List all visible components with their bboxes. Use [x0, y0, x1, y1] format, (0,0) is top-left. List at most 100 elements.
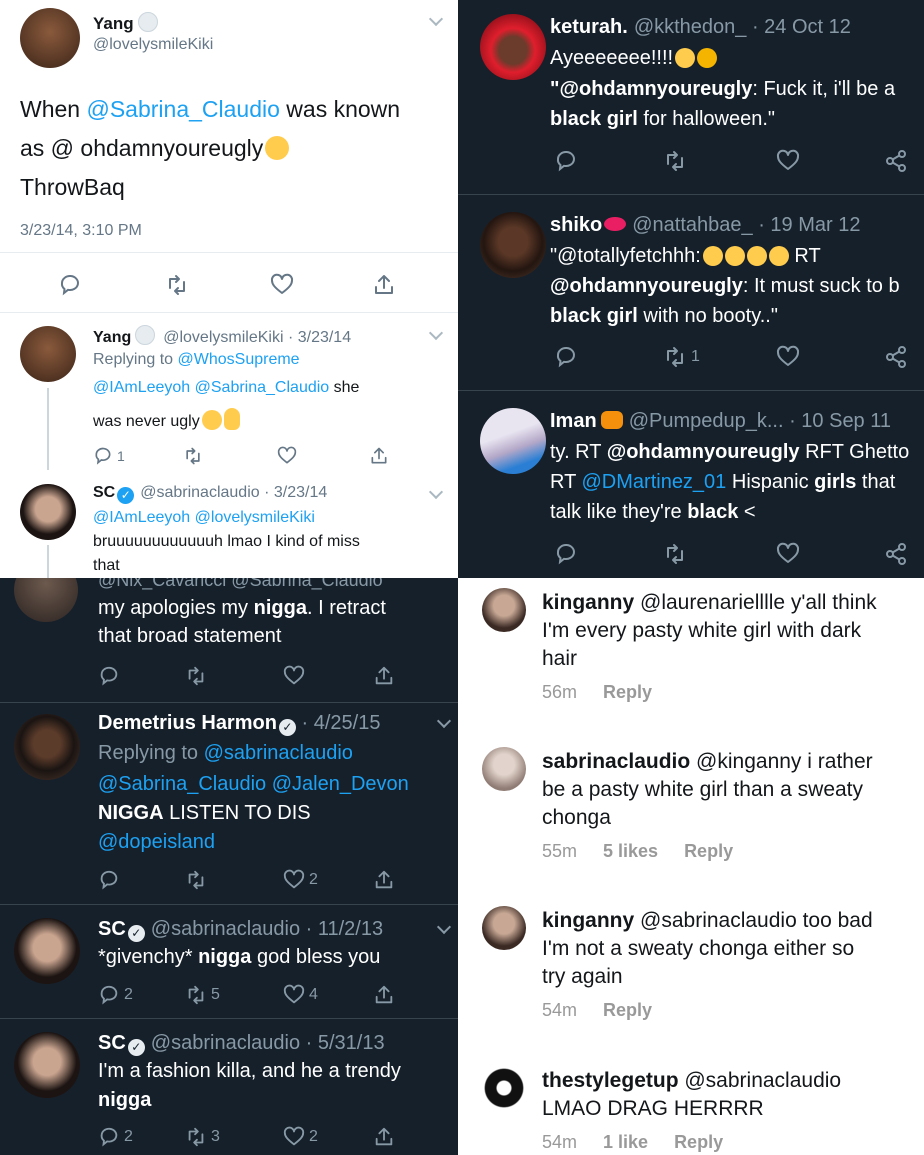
share-button[interactable]: [369, 446, 389, 466]
mention-link[interactable]: @Sabrina_Claudio: [86, 96, 279, 122]
like-button[interactable]: [283, 665, 305, 687]
avatar[interactable]: [480, 14, 546, 80]
share-button[interactable]: [373, 665, 395, 687]
like-button[interactable]: [776, 149, 800, 173]
reply-button[interactable]: [98, 869, 120, 891]
reply-link[interactable]: Reply: [603, 682, 652, 702]
avatar[interactable]: [480, 408, 546, 474]
chevron-down-icon[interactable]: [436, 713, 452, 729]
avatar[interactable]: [482, 588, 526, 632]
share-icon: [886, 346, 906, 368]
retweet-icon: [188, 870, 204, 890]
like-button[interactable]: [277, 446, 297, 466]
share-button[interactable]: [372, 273, 396, 297]
tweet-text-line: NIGGA LISTEN TO DIS: [98, 802, 311, 824]
share-button[interactable]: [373, 984, 395, 1006]
tweet-text-line: black girl for halloween.": [550, 108, 775, 130]
author-name[interactable]: Yang: [93, 12, 158, 34]
comment-text-line: hair: [542, 647, 578, 670]
reply-icon: [100, 1127, 118, 1146]
tired-face-emoji-icon: [697, 48, 718, 68]
reply-text-line: @IAmLeeyoh @lovelysmileKiki: [93, 509, 315, 526]
heart-icon: [283, 1126, 305, 1146]
retweet-button[interactable]: [663, 542, 687, 566]
share-icon: [886, 543, 906, 565]
avatar[interactable]: [20, 484, 76, 540]
reply-link[interactable]: Reply: [684, 841, 733, 861]
status-emoji-icon: [137, 12, 158, 32]
like-button[interactable]: 4: [283, 984, 318, 1006]
tweet-text-line: that broad statement: [98, 625, 282, 647]
like-button[interactable]: [270, 273, 294, 297]
comment-meta: 55m 5 likes Reply: [542, 841, 734, 861]
reply-button[interactable]: [554, 542, 578, 566]
reply-text-line: @IAmLeeyoh @Sabrina_Claudio she: [93, 379, 360, 396]
avatar[interactable]: [482, 747, 526, 791]
retweet-button[interactable]: [183, 446, 203, 466]
retweet-icon: [667, 544, 683, 564]
avatar[interactable]: [14, 578, 78, 622]
avatar[interactable]: [14, 918, 80, 984]
tweet-header: shiko @nattahbae_ · 19 Mar 12: [550, 214, 861, 236]
comment-text-line: I'm not a sweaty chonga either so: [542, 937, 855, 960]
avatar[interactable]: [482, 906, 526, 950]
chevron-down-icon[interactable]: [428, 325, 444, 341]
author-handle[interactable]: @lovelysmileKiki: [93, 36, 213, 54]
avatar[interactable]: [480, 212, 546, 278]
like-button[interactable]: [776, 345, 800, 369]
chevron-down-icon[interactable]: [428, 11, 444, 27]
retweet-button[interactable]: 1: [663, 345, 700, 369]
share-button[interactable]: [373, 869, 395, 891]
comment-text-line: try again: [542, 965, 623, 988]
like-button[interactable]: [776, 542, 800, 566]
verified-badge-icon: ✓: [127, 925, 145, 942]
avatar[interactable]: [20, 8, 80, 68]
mention-link[interactable]: @dopeisland: [98, 831, 215, 854]
crying-laughing-emoji-icon: [265, 136, 290, 160]
cat-emoji-icon: [600, 411, 623, 429]
avatar[interactable]: [20, 326, 76, 382]
retweet-button[interactable]: [663, 149, 687, 173]
reply-button[interactable]: 1: [93, 446, 125, 466]
chevron-down-icon[interactable]: [428, 484, 444, 500]
share-button[interactable]: [884, 149, 908, 173]
reply-link[interactable]: Reply: [674, 1132, 723, 1152]
share-button[interactable]: [884, 542, 908, 566]
reply-button[interactable]: [554, 345, 578, 369]
reply-button[interactable]: [58, 273, 82, 297]
reply-link[interactable]: Reply: [603, 1000, 652, 1020]
retweet-button[interactable]: [185, 869, 207, 891]
tweet-header: SC ✓ @sabrinaclaudio · 5/31/13: [98, 1032, 385, 1056]
share-button[interactable]: [373, 1126, 395, 1148]
avatar[interactable]: [482, 1066, 526, 1110]
likes-count[interactable]: 1 like: [603, 1132, 648, 1152]
heart-icon: [283, 984, 305, 1004]
reply-icon: [556, 151, 575, 170]
share-button[interactable]: [884, 345, 908, 369]
avatar[interactable]: [14, 1032, 80, 1098]
reply-button[interactable]: [98, 665, 120, 687]
heart-icon: [270, 273, 294, 294]
reply-button[interactable]: [554, 149, 578, 173]
reply-header: SC ✓ @sabrinaclaudio · 3/23/14: [93, 484, 328, 504]
reply-button[interactable]: 2: [98, 1126, 133, 1148]
retweet-button[interactable]: [185, 665, 207, 687]
comment-text-line: I'm every pasty white girl with dark: [542, 619, 862, 642]
retweet-button[interactable]: [165, 273, 189, 297]
heart-icon: [283, 665, 305, 685]
reply-button[interactable]: 2: [98, 984, 133, 1006]
tweet-text-line: ty. RT @ohdamnyoureugly RFT Ghetto: [550, 441, 910, 463]
tweet-timestamp[interactable]: 3/23/14, 3:10 PM: [20, 222, 142, 240]
chevron-down-icon[interactable]: [436, 919, 452, 935]
avatar[interactable]: [14, 714, 80, 780]
share-icon: [375, 275, 393, 294]
retweet-button[interactable]: 3: [185, 1126, 220, 1148]
like-button[interactable]: 2: [283, 1126, 318, 1148]
tweet-text-line: @Sabrina_Claudio @Jalen_Devon: [98, 773, 409, 795]
smile-emoji-icon: [201, 410, 222, 430]
likes-count[interactable]: 5 likes: [603, 841, 658, 861]
heart-icon: [277, 446, 297, 464]
retweet-button[interactable]: 5: [185, 984, 220, 1006]
like-button[interactable]: 2: [283, 869, 318, 891]
replying-to: Replying to @sabrinaclaudio: [98, 742, 353, 764]
